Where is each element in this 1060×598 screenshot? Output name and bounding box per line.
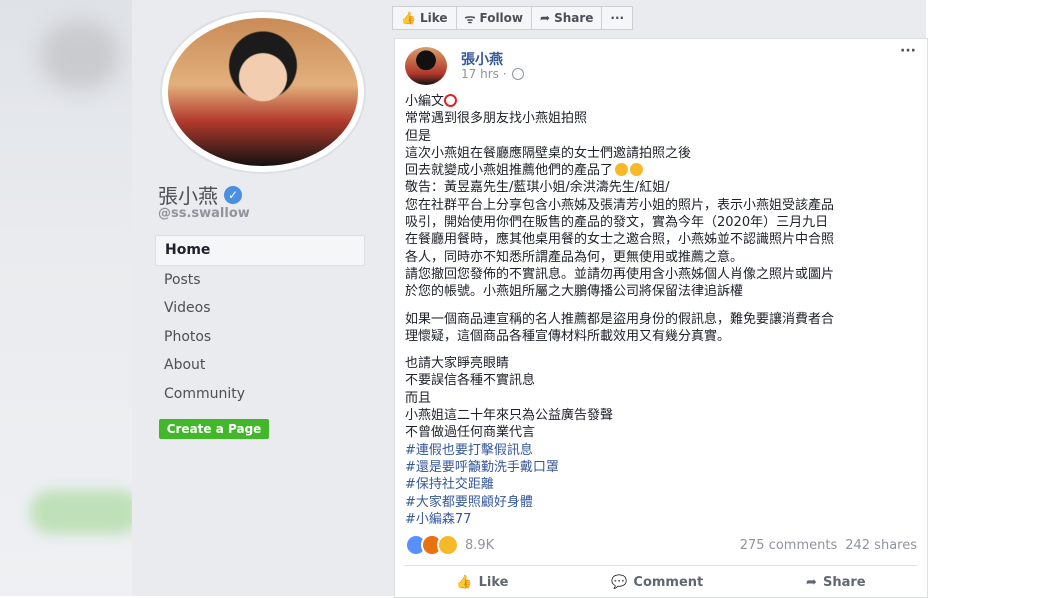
post-author[interactable]: 張小燕 (461, 49, 503, 69)
post-options-button[interactable]: ··· (900, 43, 916, 59)
post-body: 小編文 常常遇到很多朋友找小燕姐拍照 但是 這次小燕姐在餐廳應隔壁桌的女士們邀請… (405, 93, 917, 528)
hashtag-link[interactable]: #保持社交距離 (405, 476, 917, 493)
post-line: 您在社群平台上分享包含小燕姊及張清芳小姐的照片，表示小燕姐受該產品 (405, 197, 835, 213)
post-line: 如果一個商品連宣稱的名人推薦都是盜用身份的假訊息，難免要讓消費者合 (405, 311, 835, 327)
post-line: 在餐廳用餐時，應其他桌用餐的女士之邀合照，小燕姊並不認識照片中合照 (405, 232, 835, 248)
post-line-text: 小編文 (405, 94, 445, 109)
post-line: 於您的帳號。小燕姐所屬之大鵬傳播公司將保留法律追訴權 (405, 284, 744, 300)
share-arrow-icon: ➦ (806, 574, 817, 590)
post-like-label: Like (478, 574, 509, 590)
post-line: 吸引，開始使用你們在販售的產品的發文，實為今年（2020年）三月九日 (405, 215, 829, 231)
post-comment-label: Comment (633, 574, 704, 590)
sidebar-item-about[interactable]: About (155, 351, 365, 380)
post-line: 小燕姐這二十年來只為公益廣告發聲 (405, 408, 614, 424)
page-action-bar: 👍 Like ᯤ Follow ➦ Share ··· (392, 6, 634, 30)
hashtag-link[interactable]: #連假也要打擊假訊息 (405, 442, 917, 459)
post-actions: 👍 Like 💬 Comment ➦ Share (405, 569, 917, 595)
page-share-label: Share (554, 11, 594, 25)
page-title: 張小燕 ✓ (158, 180, 242, 209)
sidebar-item-photos[interactable]: Photos (155, 323, 365, 352)
post-comment-button[interactable]: 💬 Comment (611, 569, 703, 595)
post-like-button[interactable]: 👍 Like (456, 569, 508, 595)
verified-badge-icon: ✓ (224, 185, 242, 204)
wow-reaction-icon[interactable] (437, 534, 459, 556)
hashtag-link[interactable]: #大家都要照顧好身體 (405, 494, 917, 511)
hashtag-link[interactable]: #小編森77 (405, 511, 917, 528)
post-line: 常常遇到很多朋友找小燕姐拍照 (405, 111, 588, 127)
post-card: 張小燕 17 hrs · ··· 小編文 常常遇到很多朋友找小燕姐拍照 但是 這… (394, 38, 928, 598)
post-line: 敬告：黃昱嘉先生/藍琪小姐/余洪濤先生/紅姐/ (405, 180, 670, 196)
sad-face-icon (615, 163, 629, 177)
rss-icon: ᯤ (464, 11, 476, 26)
background-right (926, 0, 1060, 596)
post-line: 不要誤信各種不實訊息 (405, 373, 536, 389)
post-avatar[interactable] (405, 47, 447, 85)
create-page-button[interactable]: Create a Page (159, 419, 269, 439)
hashtag-link[interactable]: #還是要呼籲勤洗手戴口罩 (405, 459, 917, 476)
comment-bubble-icon: 💬 (611, 574, 628, 590)
post-line-text: 回去就變成小燕姐推薦他們的產品了 (405, 163, 614, 179)
page-name-text: 張小燕 (158, 184, 218, 208)
divider (405, 565, 917, 566)
post-timestamp[interactable]: 17 hrs · (461, 67, 507, 81)
post-line: 回去就變成小燕姐推薦他們的產品了 (405, 162, 917, 179)
share-arrow-icon: ➦ (540, 11, 551, 25)
reactions-count[interactable]: 8.9K (465, 538, 494, 553)
follow-label: Follow (479, 11, 523, 25)
post-share-label: Share (822, 574, 866, 590)
blurred-shape (40, 20, 120, 90)
post-stats: 8.9K 275 comments 242 shares (405, 534, 917, 556)
post-line: 小編文 (405, 93, 917, 110)
post-line: 也請大家睜亮眼睛 (405, 356, 510, 372)
page-like-button[interactable]: 👍 Like (392, 6, 457, 30)
profile-picture[interactable] (160, 10, 366, 174)
sad-face-icon (630, 163, 644, 177)
post-line: 各人，同時亦不知悉所謂產品為何，更無使用或推薦之意。 (405, 249, 744, 265)
thumbs-up-icon: 👍 (456, 574, 473, 590)
post-line: 這次小燕姐在餐廳應隔壁桌的女士們邀請拍照之後 (405, 145, 692, 161)
sidebar-item-videos[interactable]: Videos (155, 294, 365, 323)
follow-button[interactable]: ᯤ Follow (455, 6, 532, 30)
sidebar-item-posts[interactable]: Posts (155, 266, 365, 295)
page-more-button[interactable]: ··· (601, 6, 634, 30)
page-like-label: Like (419, 11, 448, 25)
blurred-button-shape (30, 490, 140, 534)
comments-count[interactable]: 275 comments (740, 538, 837, 553)
no-entry-icon (444, 94, 458, 107)
globe-icon (511, 68, 524, 80)
post-line: 理懷疑，這個商品各種宣傳材料所載效用又有幾分真實。 (405, 328, 731, 344)
post-line: 不曾做過任何商業代言 (405, 425, 536, 441)
thumbs-up-icon: 👍 (401, 11, 416, 25)
post-share-button[interactable]: ➦ Share (806, 569, 866, 595)
profile-photo (168, 18, 358, 166)
page-handle[interactable]: @ss.swallow (158, 206, 250, 221)
sidebar-nav: Home Posts Videos Photos About Community (155, 235, 365, 408)
shares-count[interactable]: 242 shares (845, 538, 917, 553)
post-meta: 17 hrs · (461, 67, 524, 81)
post-line: 請您撤回您發佈的不實訊息。並請勿再使用含小燕姊個人肖像之照片或圖片 (405, 266, 835, 282)
sidebar-item-community[interactable]: Community (155, 380, 365, 409)
post-line: 但是 (405, 128, 432, 144)
sidebar-item-home[interactable]: Home (155, 235, 365, 266)
post-line: 而且 (405, 390, 432, 406)
page-share-button[interactable]: ➦ Share (531, 6, 603, 30)
